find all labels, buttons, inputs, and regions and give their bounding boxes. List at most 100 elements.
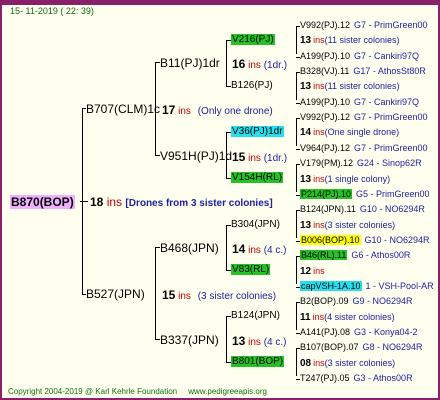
g3-queen-7[interactable]: B801(BOP) [231,356,285,368]
connector [296,72,297,100]
g2-num: 13 [232,334,246,348]
g3-queen-4[interactable]: B304(JPN) [231,219,280,231]
g4-num: 11 [300,312,311,323]
g4-num: 08 [300,358,312,369]
g3-queen-6[interactable]: B124(JPN) [231,310,280,322]
g4-queen-row[interactable]: V179(PM).12 G24 - Sinop62R [300,158,422,169]
g3-queen-2[interactable]: V36(PJ)1dr [231,126,284,138]
g2-info-3: 13 ins (4 c.) [232,334,287,349]
connector [296,211,297,238]
g4-queen-row[interactable]: B006(BOP).10 G10 - NO6294R [300,235,430,246]
g4-line-note: G24 - Sinop62R [357,158,422,168]
g1-info-0: 17 ins (Only one drone) [162,103,273,118]
g4-note: (11 sister colonies) [324,35,400,45]
connector [155,247,156,339]
g4-note: (1 single colony) [324,174,391,184]
g2-info-2: 14 ins (4 c.) [232,242,287,257]
g4-queen-name: A141(PJ).08 [300,327,351,337]
root-queen[interactable]: B870(BOP) [10,195,75,209]
root-num: 18 [90,195,104,209]
g4-queen-row[interactable]: T247(PJ).05 G3 - Athos00R [300,373,413,384]
g4-queen-name: capVSH-1A.10 [300,281,362,291]
g4-queen-row[interactable]: B46(RL).11 G6 - Athos00R [300,250,410,261]
g4-queen-name: B124(JPN).11 [300,204,356,214]
g3-queen-3[interactable]: V154H(RL) [231,172,284,184]
g4-note: (3 sister colonies) [324,358,396,368]
connector [226,225,227,270]
g4-line-note: G8 - NO6294R [362,342,423,352]
g4-ins: ins [313,220,325,230]
g4-ins: ins [313,266,325,276]
g3-queen-0[interactable]: V216(PJ) [231,34,275,46]
g3-queen-1[interactable]: B126(PJ) [231,80,273,92]
g4-queen-row[interactable]: P214(PJ).10 G5 - PrimGreen00 [300,189,430,200]
g4-queen-row[interactable]: B124(JPN).11 G10 - NO6294R [300,204,425,215]
g4-queen-row[interactable]: B107(BOP).07 G8 - NO6294R [300,342,423,353]
g4-queen-name: V992(PJ).12 [300,112,351,122]
g4-line-note: G10 - NO6294R [364,235,430,245]
g4-num: 14 [300,127,312,138]
g2-queen-0[interactable]: B11(PJ)1dr [160,56,220,70]
g4-queen-row[interactable]: V964(PJ).12 G7 - PrimGreen00 [300,143,428,154]
g1-ins: ins [178,291,191,302]
g4-line-note: G10 - NO6294R [359,204,425,214]
g4-queen-row[interactable]: B328(VJ).11 G17 - AthosSt80R [300,66,426,77]
root-drone-info: 18 ins [Drones from 3 sister colonies] [90,195,273,211]
copyright-text: Copyright 2004-2019 @ Karl Kehrle Founda… [8,387,178,396]
site-url[interactable]: www.pedigreeapis.org [188,387,267,396]
top-bar [2,2,438,5]
g4-drone-row: 08 ins(3 sister colonies) [300,358,395,369]
g4-queen-name: B107(BOP).07 [300,342,359,352]
g3-name: V216(PJ) [231,34,275,45]
g4-ins: ins [313,35,325,45]
g4-ins: ins [313,174,325,184]
g4-queen-name: B328(VJ).11 [300,66,350,76]
g4-queen-row[interactable]: B2(BOP).09 G9 - NO6294R [300,296,413,307]
g4-line-note: G3 - Konya04-2 [354,327,418,337]
g4-queen-row[interactable]: A199(PJ).10 G7 - Cankiri97Q [300,51,419,62]
g2-queen-2[interactable]: B468(JPN) [160,241,219,255]
g4-line-note: G17 - AthosSt80R [353,66,426,76]
g4-note: (One single drone) [324,127,400,137]
g4-line-note: G7 - Cankiri97Q [354,51,420,61]
g4-queen-name: A199(PJ).10 [300,97,351,107]
connector [296,302,297,330]
g1-queen-1[interactable]: B527(JPN) [86,287,145,301]
g3-queen-5[interactable]: V83(RL) [231,264,271,276]
g4-drone-row: 11 ins(4 sister colonies) [300,312,395,323]
g4-queen-row[interactable]: A141(PJ).08 G3 - Konya04-2 [300,327,418,338]
g4-queen-name: V179(PM).12 [300,158,354,168]
connector [226,132,227,178]
connector [155,62,156,155]
connector [296,26,297,54]
g4-queen-row[interactable]: V992(PJ).12 G7 - PrimGreen00 [300,20,428,31]
g1-queen-0[interactable]: B707(CLM)1c [86,102,160,116]
pedigree-chart: 15- 11-2019 ( 22: 39) B870(BOP) 18 ins [… [0,0,440,400]
g4-queen-row[interactable]: capVSH-1A.10 1 - VSH-Pool-AR [300,281,434,292]
g4-queen-row[interactable]: A199(PJ).10 G7 - Cankiri97Q [300,97,419,108]
g2-ins: ins [248,153,261,164]
g4-num: 13 [300,174,312,185]
g2-ins: ins [248,60,261,71]
g4-queen-name: B006(BOP).10 [300,235,361,245]
connector [296,118,297,146]
g2-queen-3[interactable]: B337(JPN) [160,333,219,347]
g4-queen-name: V992(PJ).12 [300,20,351,30]
footer: Copyright 2004-2019 @ Karl Kehrle Founda… [8,387,267,397]
g4-drone-row: 14 ins(One single drone) [300,127,399,138]
g4-queen-name: A199(PJ).10 [300,51,351,61]
g4-queen-name: T247(PJ).05 [300,373,350,383]
g2-queen-1[interactable]: V951H(PJ)1d [160,149,232,163]
g1-note: (3 sister colonies) [197,291,277,302]
g4-line-note: G6 - Athos00R [351,250,411,260]
g4-line-note: G5 - PrimGreen00 [356,189,430,199]
g2-note: (1dr.) [263,60,288,71]
g4-line-note: 1 - VSH-Pool-AR [365,281,434,291]
g1-info-1: 15 ins (3 sister colonies) [162,288,276,303]
g4-queen-name: B46(RL).11 [300,250,348,260]
g4-queen-row[interactable]: V992(PJ).12 G7 - PrimGreen00 [300,112,428,123]
g4-num: 12 [300,266,312,277]
g2-note: (4 c.) [263,337,287,348]
g4-ins: ins [313,81,325,91]
g4-drone-row: 13 ins(11 sister colonies) [300,35,400,46]
